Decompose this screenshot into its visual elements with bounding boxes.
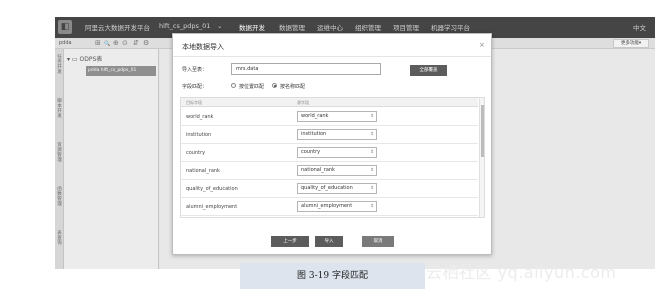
overwrite-all-button[interactable]: 全部覆盖	[410, 65, 447, 76]
updown-arrow-icon: ⇕	[370, 114, 374, 119]
nav-ops-center[interactable]: 运维中心	[317, 22, 343, 32]
chevron-down-icon[interactable]: ⌄	[217, 22, 222, 30]
table-tree-panel: ▾ ▭ ODPS表 pdda hlft_cs_pdps_01	[64, 49, 159, 269]
row-field-name: institution	[186, 132, 212, 138]
row-source-select[interactable]: world_rank ⇕	[297, 111, 377, 122]
select-value: institution	[301, 131, 327, 137]
row-source-select[interactable]: alumni_employment ⇕	[297, 201, 377, 212]
watermark: 云栖社区 yq.aliyun.com	[426, 263, 617, 282]
select-value: country	[301, 149, 321, 155]
more-functions-button[interactable]: 更多功能▾	[613, 39, 649, 48]
table-scrollbar[interactable]	[479, 98, 484, 217]
updown-arrow-icon: ⇕	[370, 168, 374, 173]
select-value: alumni_employment	[301, 203, 353, 209]
select-value: national_rank	[301, 167, 335, 173]
import-table-input[interactable]: mrs.data	[231, 63, 381, 75]
nav-data-development[interactable]: 数据开发	[239, 22, 265, 32]
row-source-select[interactable]: institution ⇕	[297, 129, 377, 140]
nav-data-management[interactable]: 数据管理	[279, 22, 305, 32]
row-field-name: world_rank	[186, 114, 214, 120]
row-source-select[interactable]: national_rank ⇕	[297, 165, 377, 176]
nav-platform-title: 阿里云大数据开发平台	[85, 24, 150, 32]
left-rail: 任务开发 脚本开发 资源管理 函数管理 表查询	[55, 49, 64, 269]
table-row: quality_of_education quality_of_educatio…	[181, 180, 478, 198]
table-row: quality_of_faculty quality_of_faculty⇕	[181, 216, 478, 217]
scrollbar-thumb[interactable]	[481, 105, 484, 157]
updown-arrow-icon: ⇕	[370, 186, 374, 191]
updown-arrow-icon: ⇕	[370, 204, 374, 209]
field-match-label: 字段匹配：	[182, 84, 208, 90]
search-icon[interactable]: 🔍	[104, 40, 110, 49]
close-icon[interactable]: ×	[479, 41, 485, 49]
table-header: 目标字段 源字段	[181, 98, 478, 107]
updown-arrow-icon: ⇕	[370, 132, 374, 137]
table-row: world_rank world_rank ⇕	[181, 108, 478, 126]
dialog-title: 本地数据导入	[182, 43, 224, 51]
local-data-import-dialog: 本地数据导入 × 导入至表： mrs.data 全部覆盖 字段匹配： 按位置匹配…	[172, 33, 492, 255]
add-icon[interactable]: ⊕	[113, 39, 119, 48]
select-value: world_rank	[301, 113, 329, 119]
language-switch[interactable]: 中文	[633, 22, 646, 32]
row-source-select[interactable]: quality_of_education ⇕	[297, 183, 377, 194]
figure-caption: 图 3-19 字段匹配	[240, 263, 425, 289]
row-field-name: country	[186, 150, 206, 156]
rail-item-task-dev[interactable]: 任务开发	[56, 55, 63, 75]
refresh-icon[interactable]: ⊙	[122, 39, 128, 48]
tree-item-selected-table[interactable]: pdda hlft_cs_pdps_01	[86, 66, 156, 76]
column-header-source-field: 源字段	[297, 100, 309, 105]
nav-org-management[interactable]: 组织管理	[355, 22, 381, 32]
previous-step-button[interactable]: 上一步	[271, 236, 309, 247]
gear-icon[interactable]: ⚙	[143, 39, 149, 48]
table-row: institution institution ⇕	[181, 126, 478, 144]
cancel-button[interactable]: 取消	[362, 236, 394, 247]
row-field-name: quality_of_education	[186, 186, 238, 192]
import-button[interactable]: 导入	[315, 236, 343, 247]
dialog-divider	[173, 56, 491, 57]
table-row: country country ⇕	[181, 144, 478, 162]
rail-item-table-query[interactable]: 表查询	[56, 231, 63, 246]
import-to-label: 导入至表：	[182, 67, 208, 73]
row-field-name: alumni_employment	[186, 204, 238, 210]
row-field-name: national_rank	[186, 168, 220, 174]
app-logo-icon: ◧	[58, 20, 72, 34]
grid-icon[interactable]: ⊞	[95, 39, 101, 48]
project-name: pdda	[59, 40, 72, 46]
nav-machine-learning[interactable]: 机器学习平台	[431, 22, 470, 32]
nav-project-management[interactable]: 项目管理	[393, 22, 419, 32]
sort-icon[interactable]: ⇵	[133, 39, 139, 48]
row-source-select[interactable]: country ⇕	[297, 147, 377, 158]
rail-item-script-dev[interactable]: 脚本开发	[56, 99, 63, 119]
field-mapping-table: 目标字段 源字段 world_rank world_rank ⇕ institut…	[180, 97, 485, 218]
nav-project-selector[interactable]: hlft_cs_pdps_01	[159, 22, 210, 30]
table-row: national_rank national_rank ⇕	[181, 162, 478, 180]
match-by-position-radio[interactable]	[231, 83, 236, 88]
column-header-target-field: 目标字段	[186, 100, 202, 105]
rail-item-functions[interactable]: 函数管理	[56, 187, 63, 207]
select-value: quality_of_education	[301, 185, 353, 191]
match-by-name-label: 按名称匹配	[280, 84, 306, 90]
match-by-name-radio[interactable]	[272, 83, 277, 88]
table-row: alumni_employment alumni_employment ⇕	[181, 198, 478, 216]
updown-arrow-icon: ⇕	[370, 150, 374, 155]
tree-root-odps-tables[interactable]: ▾ ▭ ODPS表	[67, 54, 102, 63]
rail-item-resources[interactable]: 资源管理	[56, 143, 63, 163]
match-by-position-label: 按位置匹配	[239, 84, 265, 90]
